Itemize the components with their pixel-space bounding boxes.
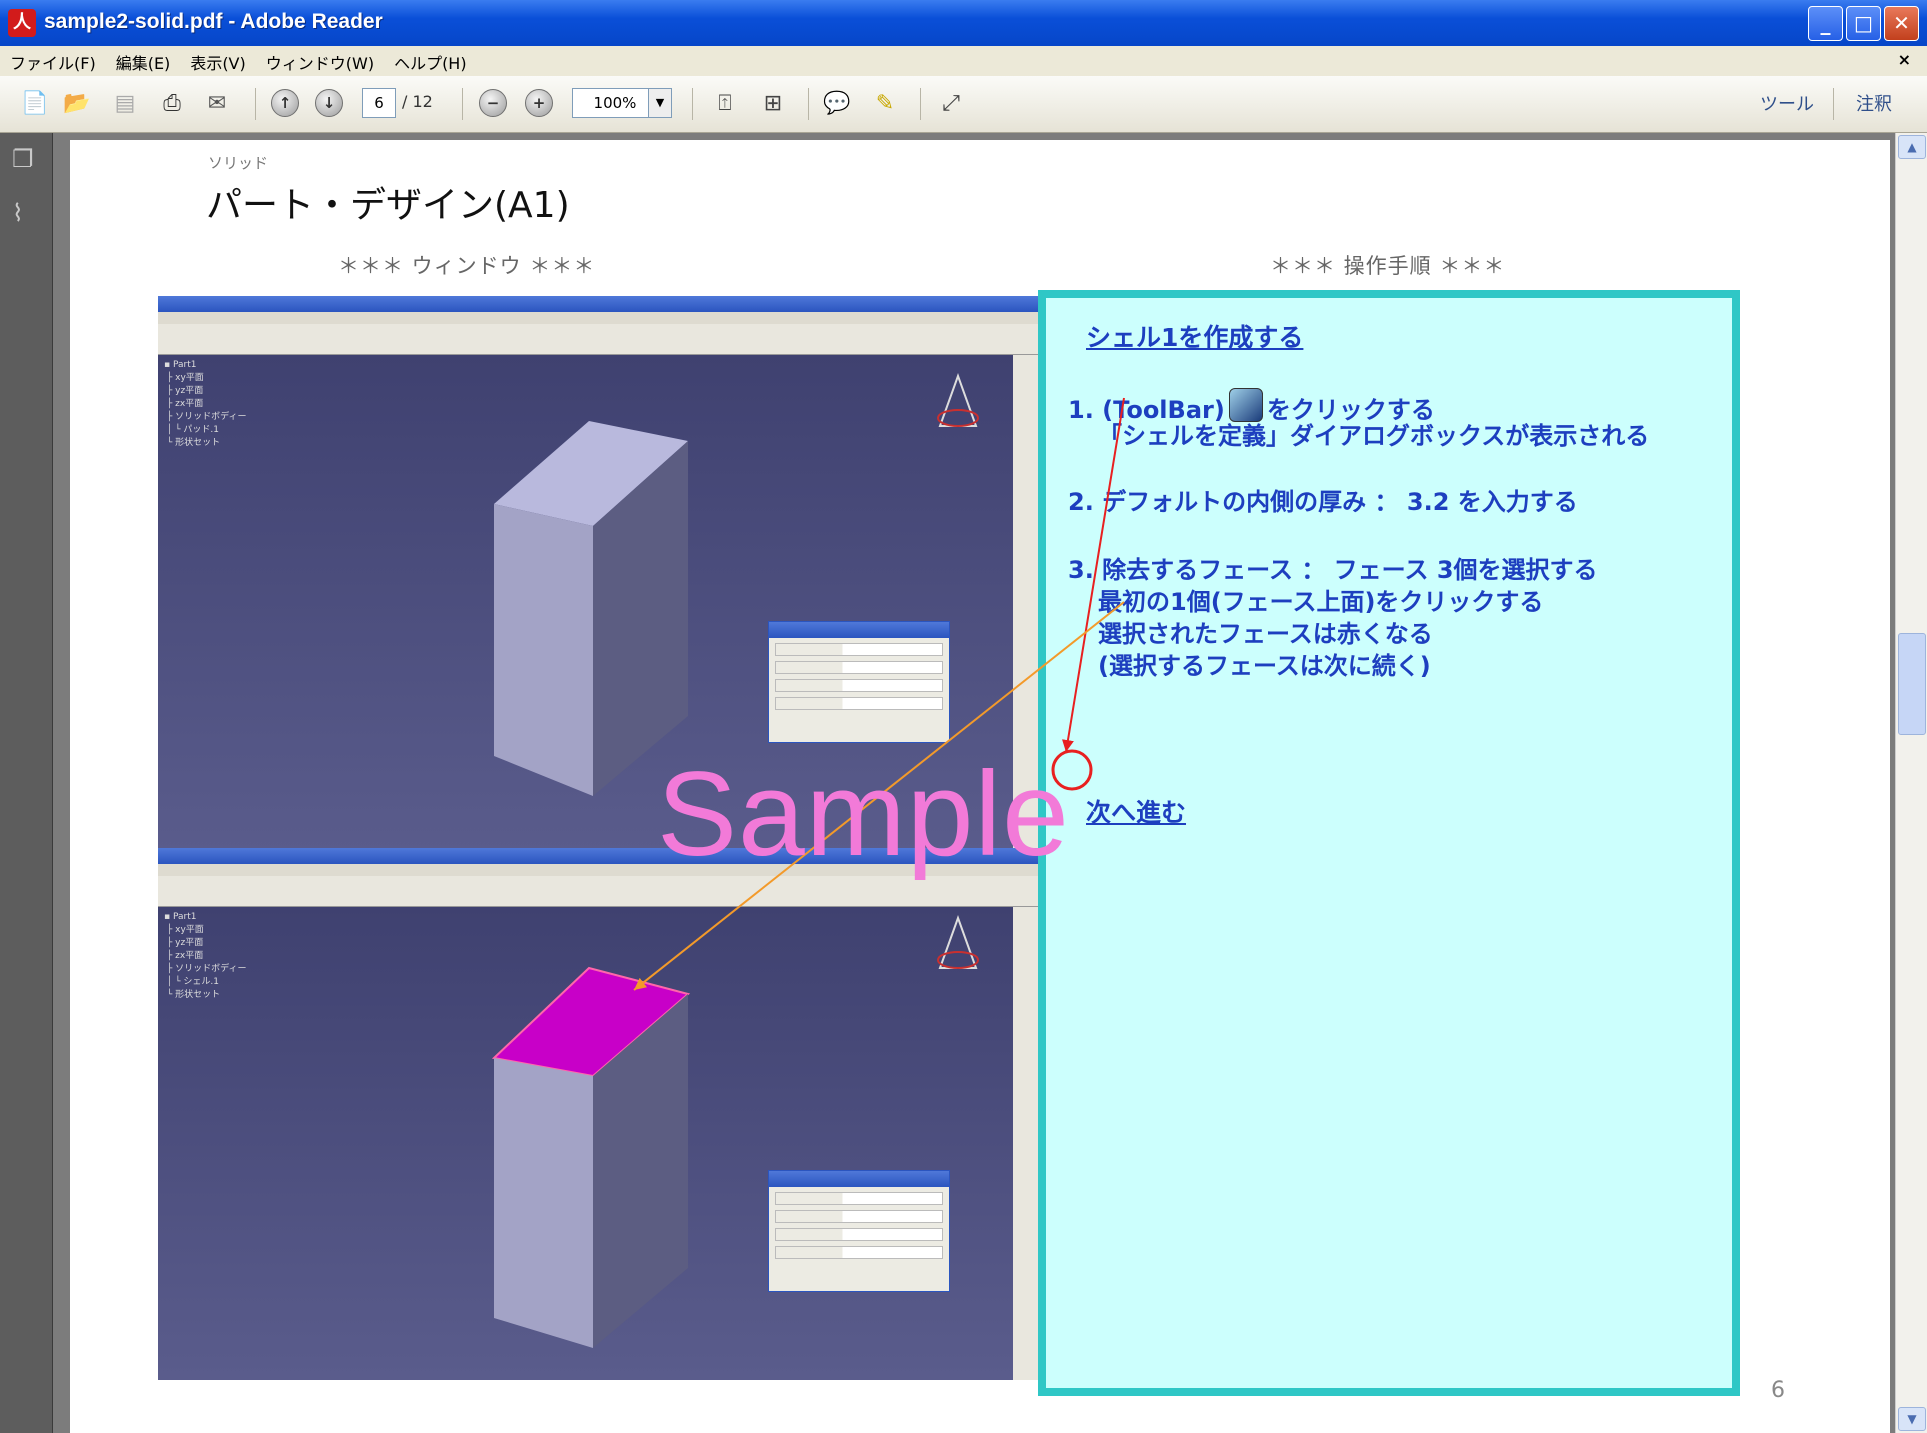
scroll-up-icon[interactable]: ▲	[1898, 135, 1926, 159]
sample-watermark: Sample	[657, 747, 1070, 881]
vertical-scrollbar[interactable]: ▲ ▼	[1895, 133, 1927, 1433]
page-number-footer: 6	[1771, 1378, 1785, 1403]
scroll-down-icon[interactable]: ▼	[1898, 1407, 1926, 1431]
scroll-thumb[interactable]	[1898, 633, 1926, 735]
annotation-arrows	[633, 397, 1125, 991]
